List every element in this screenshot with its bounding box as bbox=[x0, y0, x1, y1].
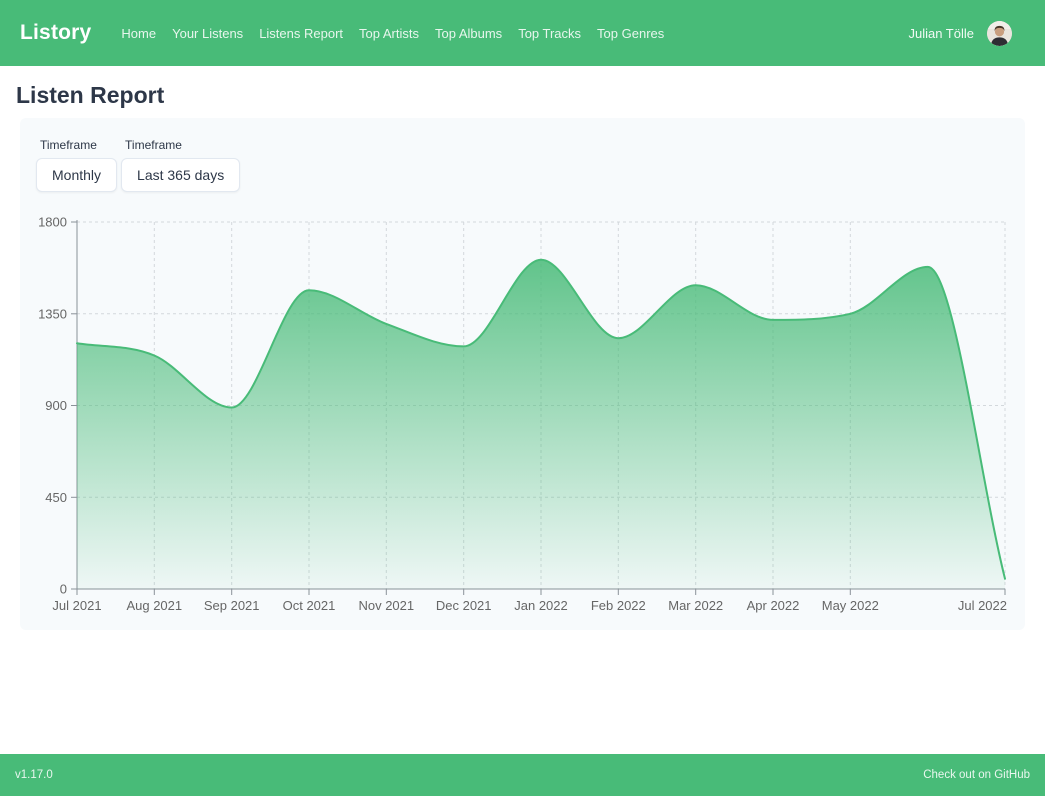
x-tick-label: Dec 2021 bbox=[436, 598, 492, 613]
y-tick-label: 450 bbox=[45, 489, 67, 504]
x-tick-label: Feb 2022 bbox=[591, 598, 646, 613]
y-tick-label: 1800 bbox=[38, 214, 67, 229]
x-tick-label: Jul 2021 bbox=[52, 598, 101, 613]
avatar[interactable] bbox=[987, 21, 1012, 46]
user-name: Julian Tölle bbox=[908, 26, 974, 41]
nav-links: HomeYour ListensListens ReportTop Artist… bbox=[113, 20, 908, 47]
y-tick-label: 900 bbox=[45, 398, 67, 413]
main-content: Listen Report Timeframe Monthly Timefram… bbox=[0, 66, 1045, 754]
timeframe-range-group: Timeframe Last 365 days bbox=[121, 134, 240, 192]
timeframe-unit-select[interactable]: Monthly bbox=[36, 158, 117, 192]
nav-item-top-genres[interactable]: Top Genres bbox=[589, 20, 672, 47]
x-tick-label: Jul 2022 bbox=[958, 598, 1007, 613]
footer: v1.17.0 Check out on GitHub bbox=[0, 754, 1045, 796]
x-tick-label: Aug 2021 bbox=[126, 598, 182, 613]
y-tick-label: 0 bbox=[60, 581, 67, 596]
nav-item-your-listens[interactable]: Your Listens bbox=[164, 20, 251, 47]
nav-item-top-artists[interactable]: Top Artists bbox=[351, 20, 427, 47]
github-link[interactable]: Check out on GitHub bbox=[923, 769, 1030, 781]
x-tick-label: Nov 2021 bbox=[358, 598, 414, 613]
timeframe-unit-group: Timeframe Monthly bbox=[36, 134, 117, 192]
user-menu[interactable]: Julian Tölle bbox=[908, 21, 1012, 46]
nav-item-home[interactable]: Home bbox=[113, 20, 164, 47]
filters-row: Timeframe Monthly Timeframe Last 365 day… bbox=[36, 134, 1009, 192]
page-title: Listen Report bbox=[16, 82, 1029, 110]
avatar-photo bbox=[987, 21, 1012, 46]
y-tick-label: 1350 bbox=[38, 306, 67, 321]
brand-link[interactable]: Listory bbox=[20, 21, 91, 45]
nav-item-listens-report[interactable]: Listens Report bbox=[251, 20, 351, 47]
version-label: v1.17.0 bbox=[15, 769, 53, 781]
x-tick-label: Mar 2022 bbox=[668, 598, 723, 613]
timeframe-range-select[interactable]: Last 365 days bbox=[121, 158, 240, 192]
listens-area-chart[interactable]: 0 450 900 1350 1800 Jul 2021 Aug 2021 Sep 2021 O… bbox=[36, 210, 1009, 612]
x-tick-label: May 2022 bbox=[822, 598, 879, 613]
nav-item-top-albums[interactable]: Top Albums bbox=[427, 20, 510, 47]
report-card: Timeframe Monthly Timeframe Last 365 day… bbox=[20, 118, 1025, 630]
x-tick-label: Oct 2021 bbox=[283, 598, 336, 613]
nav-item-top-tracks[interactable]: Top Tracks bbox=[510, 20, 589, 47]
x-tick-label: Apr 2022 bbox=[747, 598, 800, 613]
timeframe-range-label: Timeframe bbox=[125, 138, 240, 152]
navbar: Listory HomeYour ListensListens ReportTo… bbox=[0, 0, 1045, 66]
timeframe-unit-label: Timeframe bbox=[40, 138, 117, 152]
area-fill bbox=[77, 259, 1005, 588]
x-tick-label: Sep 2021 bbox=[204, 598, 260, 613]
x-tick-label: Jan 2022 bbox=[514, 598, 568, 613]
